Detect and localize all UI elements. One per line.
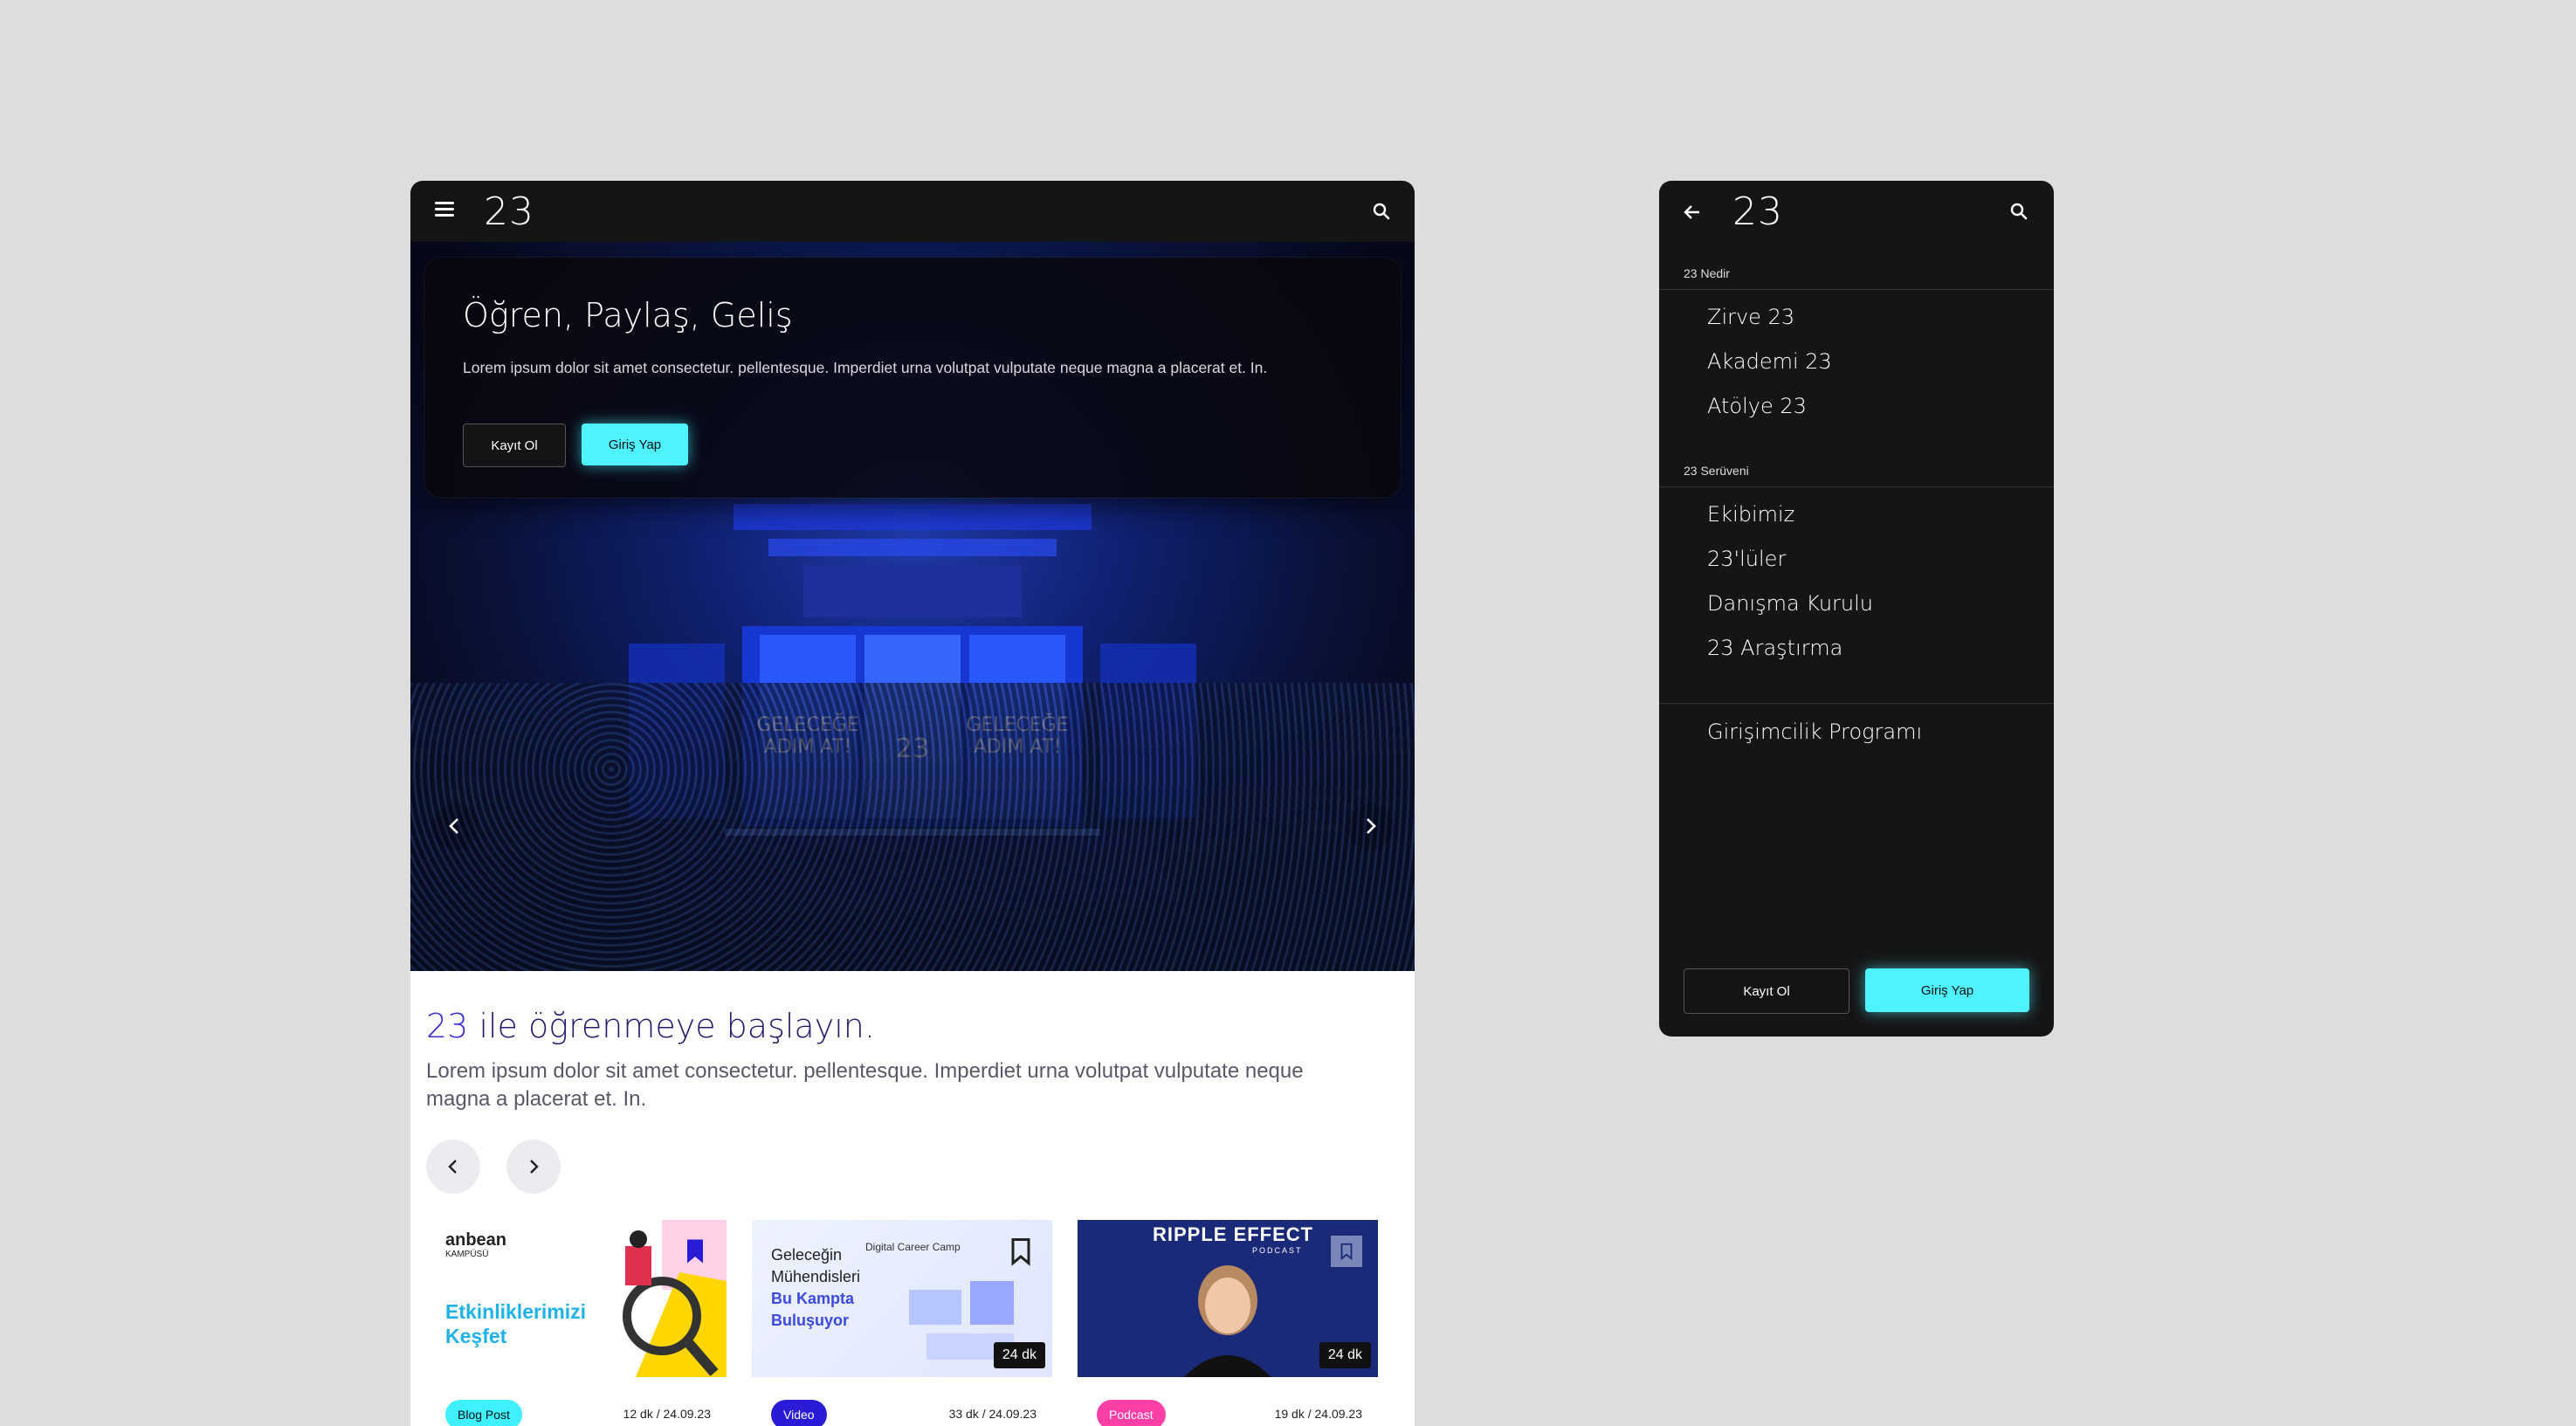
menu-item-23-arastirma[interactable]: 23 Araştırma bbox=[1707, 636, 1842, 660]
bookmark-icon[interactable] bbox=[1005, 1236, 1037, 1267]
card-meta: 19 dk / 24.09.23 bbox=[1274, 1407, 1362, 1421]
bookmark-icon[interactable] bbox=[679, 1236, 711, 1267]
menu-item-akademi[interactable]: Akademi 23 bbox=[1707, 349, 1832, 374]
chevron-left-icon bbox=[448, 1160, 457, 1174]
bookmark-button[interactable] bbox=[1331, 1236, 1362, 1267]
hero-card: Öğren, Paylaş, Geliş Lorem ipsum dolor s… bbox=[424, 258, 1401, 498]
main-frame: 23 GELECEĞE ADIM AT! GELECEĞE ADIM AT! 2… bbox=[410, 181, 1415, 1426]
menu-item-zirve[interactable]: Zirve 23 bbox=[1707, 305, 1794, 329]
thumb-text: Etkinliklerimizi bbox=[445, 1300, 587, 1323]
menu-register-button[interactable]: Kayıt Ol bbox=[1684, 968, 1849, 1014]
chevron-right-icon bbox=[1367, 818, 1376, 834]
guest-portrait bbox=[1184, 1265, 1271, 1377]
menu-item-ekibimiz[interactable]: Ekibimiz bbox=[1707, 502, 1794, 527]
thumb-brand-sub: PODCAST bbox=[1252, 1246, 1303, 1255]
badge-blog-post: Blog Post bbox=[445, 1400, 522, 1426]
thumb-brand: RIPPLE EFFECT bbox=[1153, 1223, 1314, 1245]
thumb-brand: anbean bbox=[445, 1230, 507, 1250]
divider bbox=[1659, 289, 2054, 290]
divider bbox=[1659, 486, 2054, 487]
menu-section-title: 23 Serüveni bbox=[1684, 464, 1749, 478]
search-icon[interactable] bbox=[2008, 201, 2029, 222]
search-icon[interactable] bbox=[1371, 201, 1392, 222]
chevron-left-icon bbox=[449, 818, 458, 834]
cards-prev-button[interactable] bbox=[426, 1140, 480, 1194]
section-title: 23 ile öğrenmeye başlayın. bbox=[426, 1007, 875, 1045]
badge-podcast: Podcast bbox=[1097, 1400, 1166, 1426]
register-button[interactable]: Kayıt Ol bbox=[463, 424, 566, 467]
chevron-right-icon bbox=[530, 1160, 539, 1174]
audience-image bbox=[410, 683, 1415, 971]
bookmark-icon bbox=[1340, 1243, 1353, 1261]
menu-section-title: 23 Nedir bbox=[1684, 266, 1730, 280]
badge-video: Video bbox=[771, 1400, 827, 1426]
content-card[interactable]: RIPPLE EFFECT PODCAST 24 dk Podcast 19 d… bbox=[1078, 1220, 1378, 1426]
login-button[interactable]: Giriş Yap bbox=[582, 424, 688, 465]
hero-carousel: GELECEĞE ADIM AT! GELECEĞE ADIM AT! 23 Ö… bbox=[410, 242, 1415, 971]
menu-item-23luler[interactable]: 23'lüler bbox=[1707, 547, 1786, 571]
hamburger-menu-icon[interactable] bbox=[435, 202, 454, 217]
hero-prev-button[interactable] bbox=[431, 803, 479, 850]
menu-frame: 23 23 Nedir Zirve 23 Akademi 23 Atölye 2… bbox=[1659, 181, 2054, 1037]
menu-login-button[interactable]: Giriş Yap bbox=[1865, 968, 2029, 1012]
menu-item-atolye[interactable]: Atölye 23 bbox=[1707, 394, 1807, 418]
content-card[interactable]: anbean KAMPÜSÜ Etkinliklerimizi Keşfet B… bbox=[426, 1220, 727, 1426]
menu-logo[interactable]: 23 bbox=[1732, 189, 1783, 234]
card-thumbnail: RIPPLE EFFECT PODCAST 24 dk bbox=[1078, 1220, 1378, 1377]
menu-item-girisimcilik[interactable]: Girişimcilik Programı bbox=[1707, 720, 1922, 744]
card-thumbnail: anbean KAMPÜSÜ Etkinliklerimizi Keşfet bbox=[426, 1220, 727, 1377]
card-meta: 12 dk / 24.09.23 bbox=[623, 1407, 711, 1421]
thumb-text: Bu Kampta bbox=[771, 1290, 855, 1307]
hero-description: Lorem ipsum dolor sit amet consectetur. … bbox=[463, 359, 1268, 376]
hero-next-button[interactable] bbox=[1347, 803, 1394, 850]
thumb-text: Buluşuyor bbox=[771, 1312, 850, 1329]
thumb-text: Keşfet bbox=[445, 1325, 507, 1347]
section-description: Lorem ipsum dolor sit amet consectetur. … bbox=[426, 1059, 1304, 1111]
hero-title: Öğren, Paylaş, Geliş bbox=[463, 296, 793, 334]
thumb-brand-sub: KAMPÜSÜ bbox=[445, 1250, 489, 1259]
divider bbox=[1659, 703, 2054, 704]
back-arrow-icon[interactable] bbox=[1682, 202, 1703, 223]
top-bar: 23 bbox=[410, 181, 1415, 242]
card-meta: 33 dk / 24.09.23 bbox=[948, 1407, 1037, 1421]
cards-next-button[interactable] bbox=[506, 1140, 561, 1194]
thumb-brand: Digital Career Camp bbox=[865, 1241, 961, 1253]
content-card[interactable]: Digital Career Camp Geleceğin Mühendisle… bbox=[752, 1220, 1052, 1426]
menu-item-danisma-kurulu[interactable]: Danışma Kurulu bbox=[1707, 591, 1873, 616]
thumb-text: Mühendisleri bbox=[771, 1268, 861, 1285]
logo[interactable]: 23 bbox=[484, 189, 534, 234]
card-thumbnail: Digital Career Camp Geleceğin Mühendisle… bbox=[752, 1220, 1052, 1377]
thumb-text: Geleceğin bbox=[771, 1246, 843, 1264]
duration-label: 24 dk bbox=[1319, 1342, 1371, 1368]
duration-label: 24 dk bbox=[993, 1342, 1045, 1368]
